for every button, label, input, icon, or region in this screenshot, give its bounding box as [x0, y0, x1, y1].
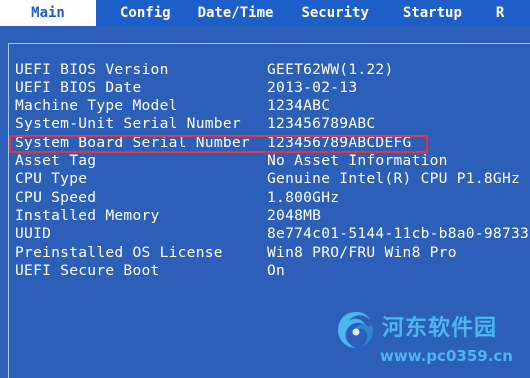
- tab-security[interactable]: Security: [301, 0, 368, 26]
- info-label: Asset Tag: [15, 152, 97, 169]
- watermark-url: www.pc0359.cn: [380, 347, 513, 365]
- info-value: GEET62WW(1.22): [267, 61, 394, 78]
- tab-startup[interactable]: Startup: [403, 0, 462, 26]
- info-label: CPU Type: [15, 170, 88, 187]
- info-value: 1234ABC: [267, 97, 331, 114]
- tab-config[interactable]: Config: [120, 0, 171, 26]
- info-value: Genuine Intel(R) CPU P1.8GHz: [267, 170, 521, 187]
- tab-main[interactable]: Main: [0, 0, 96, 26]
- info-value: 1.800GHz: [267, 189, 340, 206]
- info-label: UEFI BIOS Version: [15, 61, 169, 78]
- info-value: 8e774c01-5144-11cb-b8a0-98733: [267, 225, 530, 242]
- watermark-title: 河东软件园: [382, 316, 498, 341]
- info-label: UUID: [15, 225, 52, 242]
- info-value: On: [267, 262, 286, 279]
- info-value: No Asset Information: [267, 152, 448, 169]
- info-label: UEFI BIOS Date: [15, 79, 142, 96]
- serial-number-highlight-box: [9, 135, 428, 153]
- info-value: 2048MB: [267, 207, 322, 224]
- tab-date-time[interactable]: Date/Time: [198, 0, 274, 26]
- info-value: 123456789ABC: [267, 115, 376, 132]
- info-label: Installed Memory: [15, 207, 160, 224]
- bios-setup-screen: Main Config Date/Time Security Startup R…: [0, 0, 530, 378]
- info-label: UEFI Secure Boot: [15, 262, 160, 279]
- info-value: Win8 PRO/FRU Win8 Pro: [267, 244, 457, 261]
- info-label: CPU Speed: [15, 189, 97, 206]
- swirl-logo-icon: [338, 312, 373, 348]
- tab-bar: Main Config Date/Time Security Startup R: [0, 0, 530, 26]
- info-label: Preinstalled OS License: [15, 244, 223, 261]
- info-label: System-Unit Serial Number: [15, 115, 241, 132]
- info-label: Machine Type Model: [15, 97, 178, 114]
- watermark: 河东软件园 www.pc0359.cn: [334, 304, 530, 374]
- info-value: 2013-02-13: [267, 79, 358, 96]
- tab-restart[interactable]: R: [496, 0, 504, 26]
